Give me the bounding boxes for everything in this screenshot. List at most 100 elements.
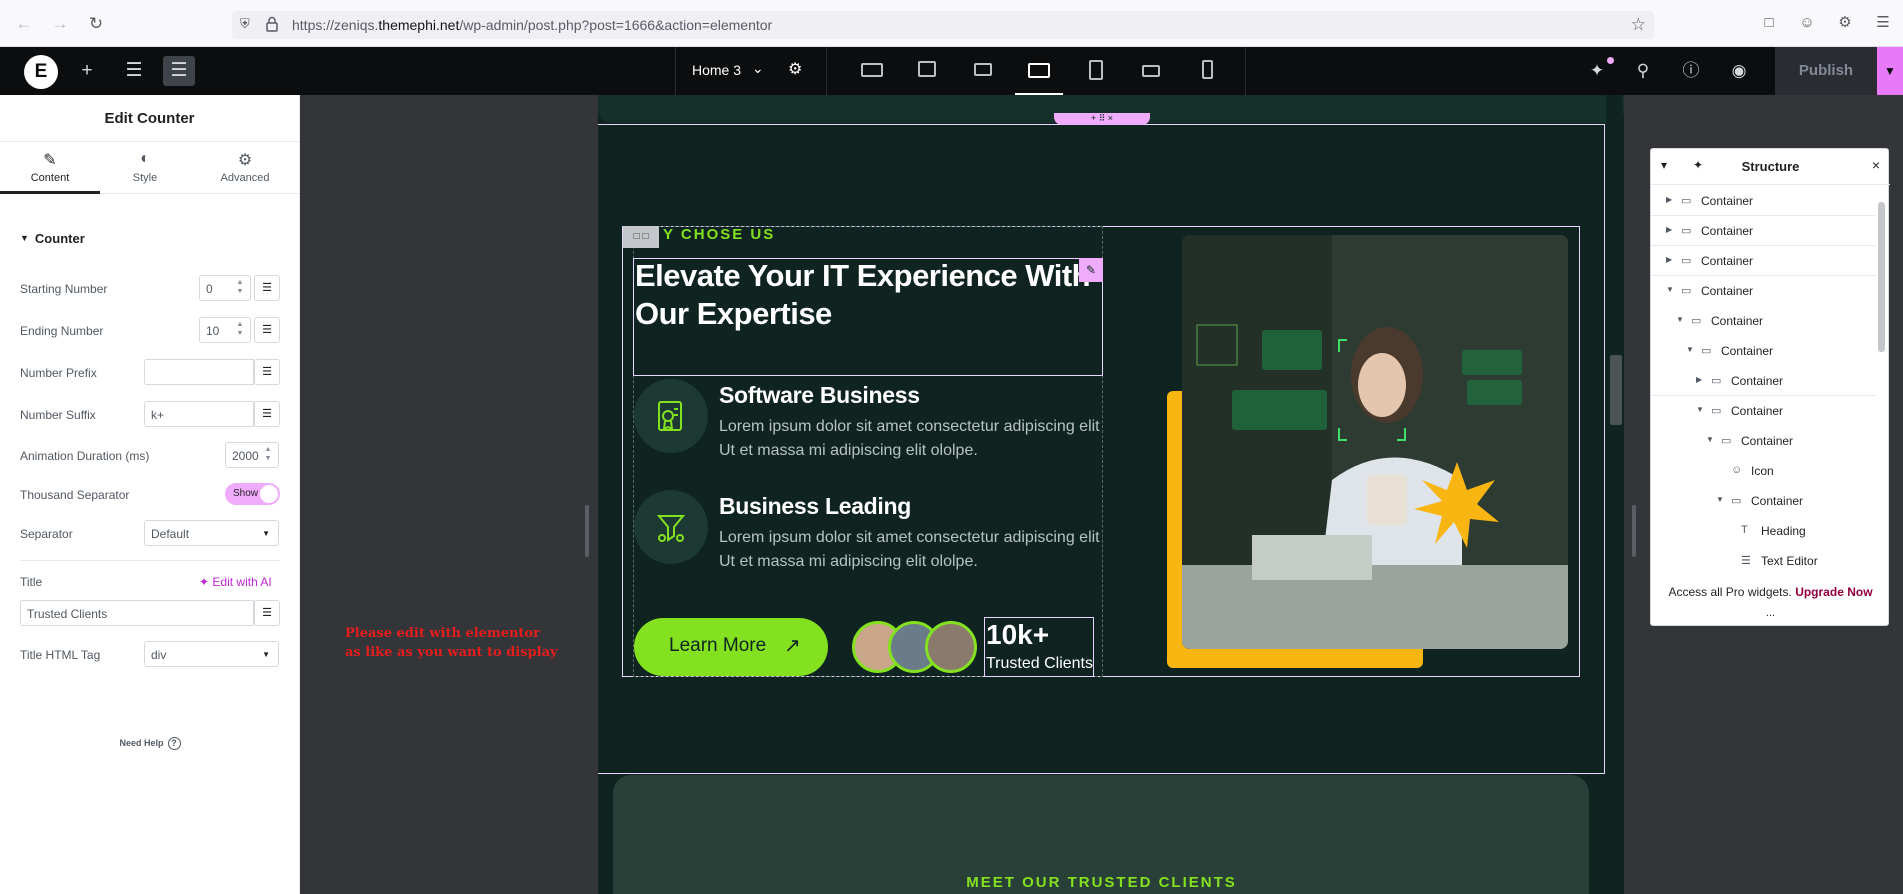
tablet-portrait-device-icon[interactable] (1081, 57, 1109, 83)
software-badge-icon[interactable] (634, 379, 708, 453)
counter-number[interactable]: 10k+ (986, 619, 1049, 651)
more-options[interactable]: ... (1651, 607, 1890, 619)
ending-number-input[interactable]: 10 ▲ ▼ (199, 317, 251, 343)
animation-duration-input[interactable]: 2000 ▲ ▼ (225, 442, 279, 468)
structure-row[interactable]: ▼ ▭ Container (1651, 306, 1876, 336)
structure-row[interactable]: ▶ ▭ Container (1651, 366, 1876, 396)
structure-row[interactable]: ▼ ▭ Container (1651, 336, 1876, 366)
feature-text[interactable]: Lorem ipsum dolor sit amet consectetur a… (719, 526, 1104, 574)
reload-icon[interactable]: ↻ (86, 14, 106, 34)
search-icon[interactable]: ⚲ (1632, 60, 1654, 82)
structure-row[interactable]: ▼ ▭ Container (1651, 486, 1876, 516)
lock-icon[interactable] (266, 16, 280, 34)
shield-icon[interactable]: ⛨ (240, 16, 256, 34)
structure-row[interactable]: ▶ ▭ Container (1651, 186, 1876, 216)
back-arrow-icon[interactable]: ← (14, 14, 34, 34)
site-settings-icon[interactable]: ☰ (118, 56, 150, 86)
title-html-tag-select[interactable]: div ▼ (144, 641, 279, 667)
hero-photo-woman-with-cup[interactable] (1182, 235, 1568, 649)
pocket-icon[interactable]: □ (1759, 13, 1779, 33)
address-bar[interactable]: ⛨ https://zeniqs.themephi.net/wp-admin/p… (232, 11, 1654, 39)
desktop-device-icon[interactable] (857, 57, 885, 83)
dynamic-tags-database-icon[interactable]: ☰ (254, 317, 280, 343)
thousand-separator-toggle[interactable]: Show (225, 483, 280, 505)
publish-options-chevron-icon[interactable]: ▼ (1877, 47, 1903, 95)
structure-row[interactable]: ▶ ▭ Container (1651, 246, 1876, 276)
twisty-down-icon[interactable]: ▼ (1676, 315, 1684, 324)
close-icon[interactable]: × (1872, 157, 1880, 173)
section-eyebrow[interactable]: Y CHOSE US (663, 226, 775, 243)
number-suffix-input[interactable]: k+ (144, 401, 254, 427)
notifications-icon[interactable]: ✦ (1586, 60, 1608, 82)
edit-pencil-icon[interactable]: ✎ (1079, 258, 1103, 282)
feature-title[interactable]: Software Business (719, 382, 920, 409)
extensions-icon[interactable]: ⚙ (1835, 13, 1855, 33)
hero-heading[interactable]: Elevate Your IT Experience With Our Expe… (635, 257, 1105, 333)
structure-row[interactable]: ▶ ▭ Container (1651, 216, 1876, 246)
structure-row[interactable]: ▼ ▭ Container (1651, 426, 1876, 456)
add-element-icon[interactable]: + (71, 56, 103, 86)
spinner-arrows-icon[interactable]: ▲ ▼ (261, 445, 275, 465)
preview-eye-icon[interactable]: ◉ (1728, 60, 1750, 82)
need-help-link[interactable]: Need Help? (0, 737, 300, 751)
help-icon[interactable]: ⓘ (1680, 60, 1702, 82)
structure-row[interactable]: ☰ Text Editor (1651, 546, 1876, 576)
tablet-landscape-device-icon[interactable] (1015, 57, 1063, 95)
canvas-scrollbar-thumb[interactable] (1610, 355, 1622, 425)
spinner-arrows-icon[interactable]: ▲ ▼ (233, 278, 247, 298)
separator-select[interactable]: Default ▼ (144, 520, 279, 546)
dynamic-tags-database-icon[interactable]: ☰ (254, 600, 280, 626)
publish-button[interactable]: Publish (1775, 47, 1877, 95)
structure-scrollbar-thumb[interactable] (1878, 202, 1885, 352)
twisty-down-icon[interactable]: ▼ (1666, 285, 1674, 294)
business-funnel-icon[interactable] (634, 490, 708, 564)
title-input[interactable]: Trusted Clients (20, 600, 254, 626)
tab-content[interactable]: ✎ Content (0, 142, 100, 194)
dynamic-tags-database-icon[interactable]: ☰ (254, 359, 280, 385)
dynamic-tags-database-icon[interactable]: ☰ (254, 401, 280, 427)
twisty-down-icon[interactable]: ▼ (1716, 495, 1724, 504)
laptop-device-icon[interactable] (969, 57, 997, 83)
resize-handle-left[interactable] (585, 505, 589, 557)
url-text[interactable]: https://zeniqs.themephi.net/wp-admin/pos… (292, 17, 772, 33)
container-badge-icon[interactable]: □ □ (623, 226, 659, 248)
widescreen-device-icon[interactable] (913, 57, 941, 83)
resize-handle-right[interactable] (1632, 505, 1636, 557)
structure-row[interactable]: T Heading (1651, 516, 1876, 546)
dynamic-tags-database-icon[interactable]: ☰ (254, 275, 280, 301)
structure-row[interactable]: ☺ Icon (1651, 456, 1876, 486)
feature-text[interactable]: Lorem ipsum dolor sit amet consectetur a… (719, 415, 1104, 463)
structure-row[interactable]: ▼ ▭ Container (1651, 396, 1876, 426)
number-prefix-input[interactable] (144, 359, 254, 385)
canvas-scrollbar[interactable] (1606, 95, 1622, 894)
page-settings-gear-icon[interactable]: ⚙ (788, 59, 802, 79)
twisty-right-icon[interactable]: ▶ (1696, 375, 1702, 384)
structure-row[interactable]: ▼ ▭ Container (1651, 276, 1876, 306)
starting-number-input[interactable]: 0 ▲ ▼ (199, 275, 251, 301)
twisty-down-icon[interactable]: ▼ (1706, 435, 1714, 444)
twisty-right-icon[interactable]: ▶ (1666, 255, 1672, 264)
structure-scrollbar[interactable] (1876, 186, 1886, 578)
edit-with-ai-link[interactable]: ✦ Edit with AI (199, 575, 272, 589)
counter-title[interactable]: Trusted Clients (986, 655, 1093, 673)
twisty-down-icon[interactable]: ▼ (1686, 345, 1694, 354)
tab-style[interactable]: ◐ Style (95, 142, 195, 194)
feature-title[interactable]: Business Leading (719, 493, 911, 520)
menu-icon[interactable]: ☰ (1873, 13, 1893, 33)
forward-arrow-icon[interactable]: → (50, 14, 70, 34)
tab-advanced[interactable]: ⚙ Advanced (195, 142, 295, 194)
upgrade-now-link[interactable]: Upgrade Now (1795, 585, 1872, 599)
trusted-clients-eyebrow[interactable]: MEET OUR TRUSTED CLIENTS (598, 874, 1605, 891)
twisty-right-icon[interactable]: ▶ (1666, 225, 1672, 234)
mobile-portrait-device-icon[interactable] (1193, 57, 1221, 83)
twisty-down-icon[interactable]: ▼ (1696, 405, 1704, 414)
counter-section-toggle[interactable]: ▼ Counter (20, 231, 85, 246)
account-icon[interactable]: ☺ (1797, 13, 1817, 33)
structure-layers-icon[interactable]: ☰ (163, 56, 195, 86)
bookmark-star-icon[interactable]: ☆ (1631, 15, 1646, 35)
mobile-landscape-device-icon[interactable] (1137, 57, 1165, 83)
learn-more-button[interactable]: Learn More ↗ (634, 618, 828, 676)
page-selector[interactable]: Home 3 ⌄ ⚙ (675, 47, 827, 95)
elementor-logo-icon[interactable]: E (24, 55, 58, 89)
spinner-arrows-icon[interactable]: ▲ ▼ (233, 320, 247, 340)
